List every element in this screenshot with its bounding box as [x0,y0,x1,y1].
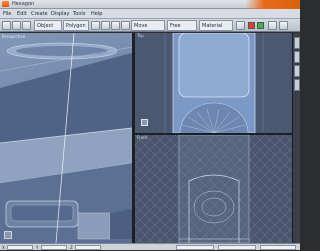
main-toolbar: Object Polygon Move Free Material [0,19,300,32]
mode-object-button[interactable]: Object [34,20,62,31]
smooth-icon[interactable] [121,21,130,30]
mirror-icon[interactable] [268,21,277,30]
rotate-icon[interactable] [22,21,31,30]
cut-icon[interactable] [236,21,245,30]
axis-gizmo-top-icon [141,119,148,126]
tool-move-button[interactable]: Move [131,20,165,31]
select-icon[interactable] [2,21,11,30]
menu-edit[interactable]: Edit [17,9,27,19]
app-logo-icon [2,1,9,7]
front-scene [135,135,292,243]
menu-help[interactable]: Help [91,9,102,19]
viewport-label-perspective: Perspective [2,34,26,39]
status-field-4[interactable] [176,245,214,250]
status-y-field[interactable] [41,245,67,250]
viewport-front[interactable]: Front [134,135,292,243]
panel-tab-4[interactable] [294,79,300,91]
panel-tab-1[interactable] [294,37,300,49]
viewport-top[interactable]: Top [134,33,292,133]
top-view-recess [178,33,250,98]
side-panel [292,33,300,243]
color-swatch-green[interactable] [257,22,264,29]
tool-free-button[interactable]: Free [167,20,197,31]
title-accent [245,0,300,9]
panel-tab-2[interactable] [294,51,300,63]
status-x-field[interactable] [7,245,33,250]
viewport-perspective[interactable]: Perspective [0,33,132,243]
tool-material-button[interactable]: Material [199,20,233,31]
axis-gizmo-icon [4,231,12,239]
viewport-label-front: Front [137,135,148,140]
mode-polygon-button[interactable]: Polygon [63,20,89,31]
scale-icon[interactable] [91,21,100,30]
menu-file[interactable]: File [3,9,11,19]
perspective-scene [0,33,132,243]
menu-bar: File Edit Create Display Tools Help [0,9,300,19]
extrude-icon[interactable] [101,21,110,30]
menu-create[interactable]: Create [31,9,48,19]
panel-tab-3[interactable] [294,65,300,77]
weld-icon[interactable] [279,21,288,30]
status-field-6[interactable] [260,245,296,250]
status-field-5[interactable] [218,245,256,250]
status-z-field[interactable] [75,245,101,250]
viewport-label-top: Top [137,33,144,38]
top-opening [16,46,108,56]
app-title: Hexagon [12,1,35,7]
menu-display[interactable]: Display [51,9,69,19]
menu-tools[interactable]: Tools [73,9,85,19]
move-icon[interactable] [12,21,21,30]
color-swatch-red[interactable] [248,22,255,29]
top-scene [164,33,264,133]
base-block [77,212,111,240]
status-bar: X Y Z [0,243,300,250]
bevel-icon[interactable] [111,21,120,30]
